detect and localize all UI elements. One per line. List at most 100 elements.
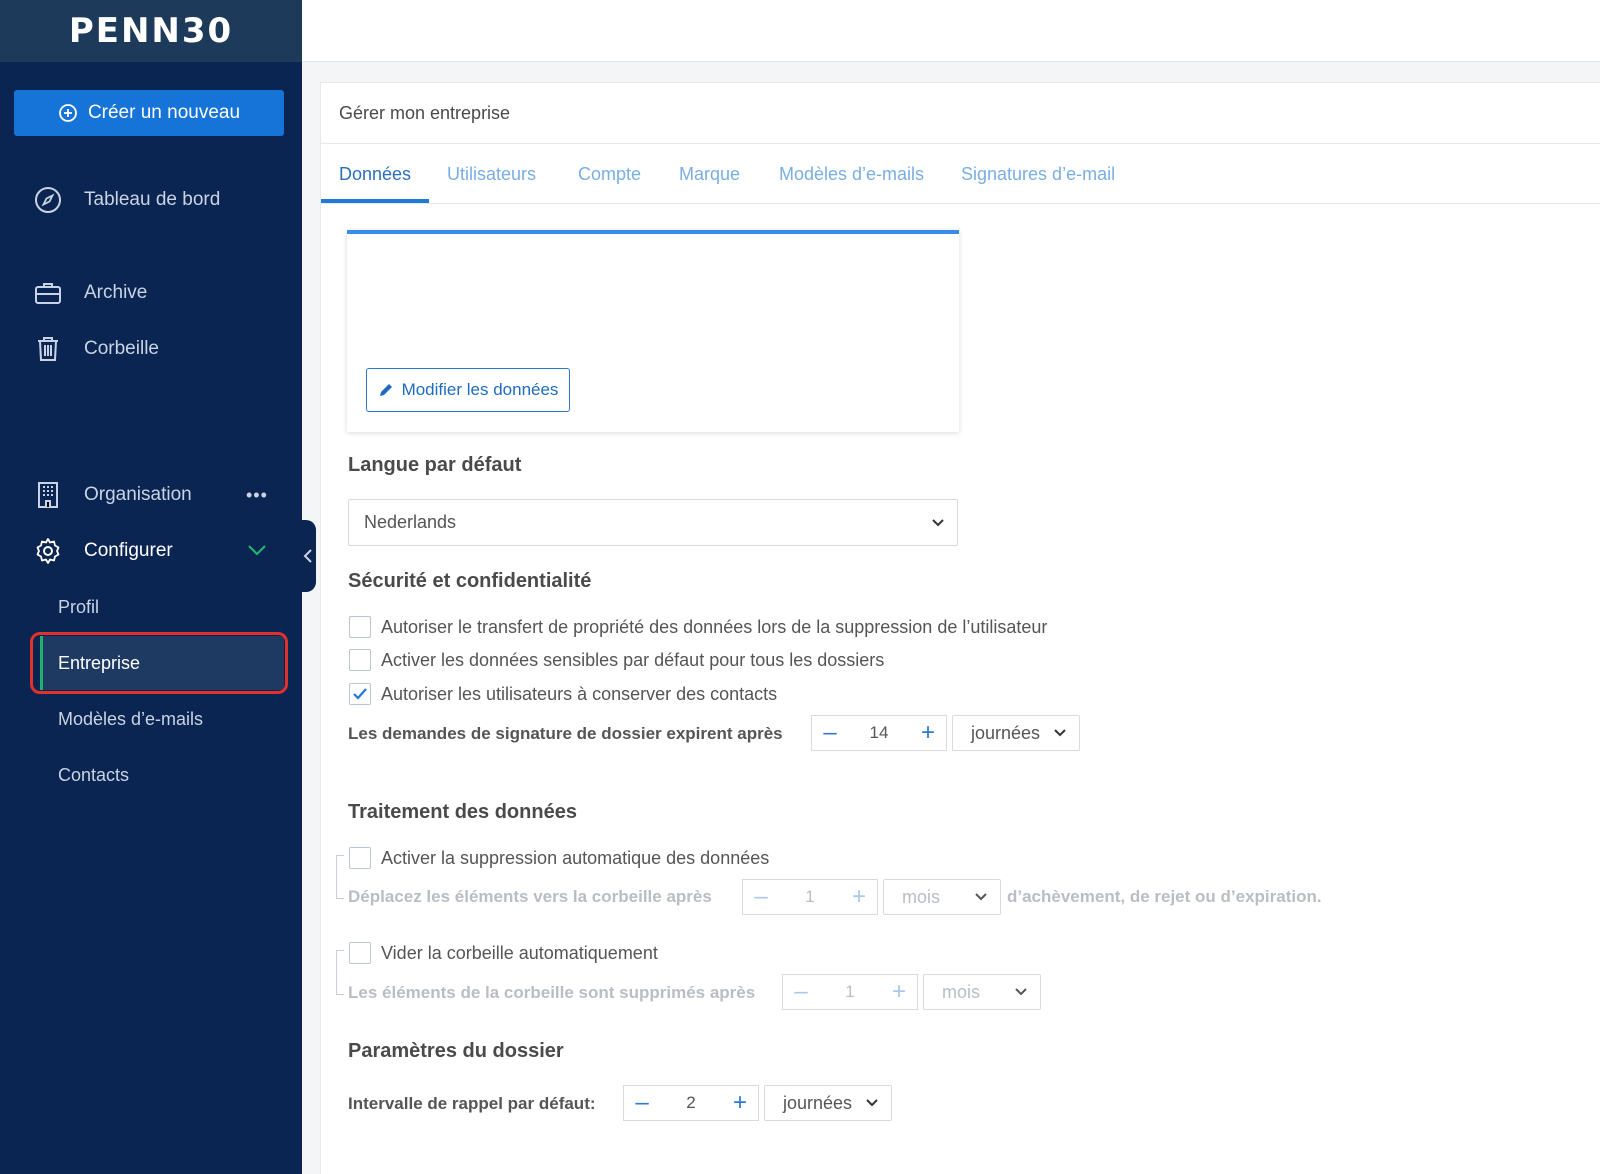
sidebar-item-archive[interactable]: Archive xyxy=(34,279,147,307)
trash-unit-value: mois xyxy=(942,981,981,1002)
trash-unit-select[interactable]: mois xyxy=(923,974,1041,1010)
security-section-title: Sécurité et confidentialité xyxy=(348,570,592,592)
tab-bar: Données Utilisateurs Compte Marque Modèl… xyxy=(321,144,1600,204)
option-sensitive-data: Activer les données sensibles par défaut… xyxy=(349,649,884,671)
increment-button[interactable]: + xyxy=(881,975,917,1009)
gear-icon xyxy=(36,538,60,564)
language-select[interactable]: Nederlands xyxy=(348,499,958,546)
briefcase-icon xyxy=(35,283,61,304)
transfer-ownership-checkbox[interactable] xyxy=(349,616,371,638)
logo-bar: PENN30 xyxy=(0,0,302,62)
compass-icon xyxy=(35,187,61,213)
expiry-label: Les demandes de signature de dossier exp… xyxy=(348,724,783,743)
edit-data-label: Modifier les données xyxy=(401,380,559,399)
language-section-title: Langue par défaut xyxy=(348,454,522,476)
sidebar-subitem-contacts[interactable]: Contacts xyxy=(58,765,129,786)
decrement-button[interactable]: – xyxy=(743,880,779,914)
reminder-unit-value: journées xyxy=(783,1092,853,1113)
sidebar-subitem-email-templates[interactable]: Modèles d’e-mails xyxy=(58,709,203,730)
sensitive-data-checkbox[interactable] xyxy=(349,649,371,671)
expiry-stepper: – 14 + xyxy=(811,715,947,751)
plus-circle-icon xyxy=(59,104,77,122)
move-unit-select[interactable]: mois xyxy=(883,879,1001,915)
processing-section-title: Traitement des données xyxy=(348,801,577,823)
highlight-annotation xyxy=(30,632,288,694)
option-transfer-ownership: Autoriser le transfert de propriété des … xyxy=(349,616,1047,638)
sidebar-item-label: Corbeille xyxy=(84,338,159,359)
option-empty-trash: Vider la corbeille automatiquement xyxy=(349,942,658,964)
tab-brand[interactable]: Marque xyxy=(679,164,740,185)
tab-account[interactable]: Compte xyxy=(578,164,641,185)
sidebar-item-dashboard[interactable]: Tableau de bord xyxy=(34,186,220,214)
option-label: Vider la corbeille automatiquement xyxy=(381,942,658,963)
expiry-value[interactable]: 14 xyxy=(848,723,910,743)
sidebar: PENN30 Créer un nouveau Tableau de bord … xyxy=(0,0,302,1174)
expiry-unit-select[interactable]: journées xyxy=(952,715,1080,751)
increment-button[interactable]: + xyxy=(841,880,877,914)
move-after-label: d’achèvement, de rejet ou d’expiration. xyxy=(1007,887,1322,906)
reminder-stepper: – 2 + xyxy=(623,1085,759,1121)
edit-data-button[interactable]: Modifier les données xyxy=(366,368,570,412)
option-auto-delete: Activer la suppression automatique des d… xyxy=(349,847,769,869)
empty-trash-checkbox[interactable] xyxy=(349,942,371,964)
decrement-button[interactable]: – xyxy=(783,975,819,1009)
move-to-trash-stepper: – 1 + xyxy=(742,879,878,915)
sidebar-item-label: Archive xyxy=(84,282,148,303)
chevron-down-icon xyxy=(975,893,987,901)
page-title: Gérer mon entreprise xyxy=(339,103,511,123)
company-data-card: Modifier les données xyxy=(347,230,959,432)
brand-logo[interactable]: PENN30 xyxy=(69,11,233,51)
chevron-left-icon xyxy=(303,549,312,563)
auto-delete-checkbox[interactable] xyxy=(349,847,371,869)
create-new-button[interactable]: Créer un nouveau xyxy=(14,90,284,136)
option-label: Autoriser les utilisateurs à conserver d… xyxy=(381,683,778,704)
reminder-unit-select[interactable]: journées xyxy=(764,1085,892,1121)
move-unit-value: mois xyxy=(902,886,941,907)
chevron-down-icon xyxy=(1054,729,1066,737)
increment-button[interactable]: + xyxy=(722,1086,758,1120)
pencil-icon xyxy=(379,384,392,396)
move-to-trash-label: Déplacez les éléments vers la corbeille … xyxy=(348,887,712,906)
organisation-more-icon[interactable]: ••• xyxy=(246,485,268,506)
create-new-label: Créer un nouveau xyxy=(87,102,241,123)
sidebar-item-label: Configurer xyxy=(84,540,173,561)
sidebar-collapse-toggle[interactable] xyxy=(300,520,316,592)
group-bracket xyxy=(336,950,344,995)
chevron-down-icon xyxy=(932,518,944,526)
tab-users[interactable]: Utilisateurs xyxy=(447,164,536,185)
increment-button[interactable]: + xyxy=(910,716,946,750)
sidebar-item-label: Tableau de bord xyxy=(84,189,221,210)
checkmark-icon xyxy=(353,688,367,700)
decrement-button[interactable]: – xyxy=(812,716,848,750)
trash-delete-stepper: – 1 + xyxy=(782,974,918,1010)
tab-data[interactable]: Données xyxy=(339,164,411,185)
sidebar-item-label: Organisation xyxy=(84,484,192,505)
decrement-button[interactable]: – xyxy=(624,1086,660,1120)
tab-email-templates[interactable]: Modèles d’e-mails xyxy=(779,164,924,185)
sidebar-item-organisation[interactable]: Organisation xyxy=(34,481,192,509)
folder-section-title: Paramètres du dossier xyxy=(348,1040,564,1062)
trash-value[interactable]: 1 xyxy=(819,982,881,1002)
trash-icon xyxy=(38,337,58,361)
option-label: Autoriser le transfert de propriété des … xyxy=(381,616,1048,637)
top-bar xyxy=(302,0,1600,62)
keep-contacts-checkbox[interactable] xyxy=(349,683,371,705)
expiry-unit-value: journées xyxy=(971,722,1041,743)
sidebar-item-configure[interactable]: Configurer xyxy=(34,537,173,565)
language-select-value: Nederlands xyxy=(364,512,457,532)
sidebar-subitem-profile[interactable]: Profil xyxy=(58,597,99,618)
group-bracket xyxy=(336,855,344,899)
option-keep-contacts: Autoriser les utilisateurs à conserver d… xyxy=(349,683,777,705)
chevron-down-icon[interactable] xyxy=(246,541,268,559)
move-value[interactable]: 1 xyxy=(779,887,841,907)
trash-delete-label: Les éléments de la corbeille sont suppri… xyxy=(348,983,756,1002)
building-icon xyxy=(38,482,58,508)
reminder-value[interactable]: 2 xyxy=(660,1093,722,1113)
tab-email-signatures[interactable]: Signatures d’e-mail xyxy=(961,164,1115,185)
option-label: Activer les données sensibles par défaut… xyxy=(381,649,885,670)
company-settings-panel: Gérer mon entreprise Données Utilisateur… xyxy=(320,82,1600,1174)
reminder-label: Intervalle de rappel par défaut: xyxy=(348,1094,596,1113)
chevron-down-icon xyxy=(866,1099,878,1107)
sidebar-item-trash[interactable]: Corbeille xyxy=(34,335,159,363)
chevron-down-icon xyxy=(1015,988,1027,996)
